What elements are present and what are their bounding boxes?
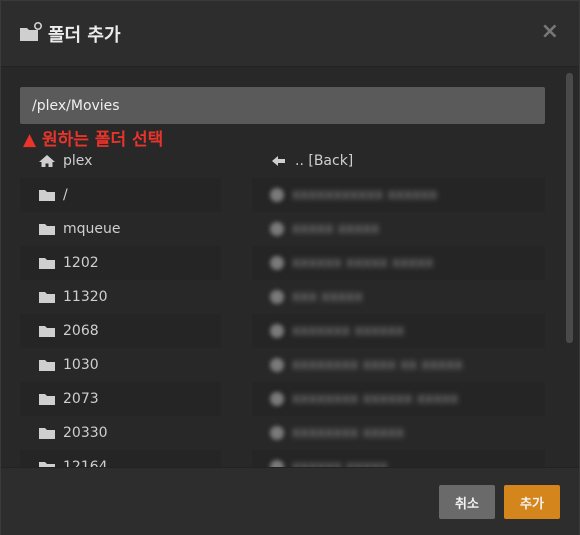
blurred-icon [270,222,284,236]
back-label: .. [Back] [295,153,354,169]
folder-list-item[interactable]: plex [20,144,221,178]
folder-label: / [63,187,68,203]
folder-label: plex [63,153,93,169]
file-list-item[interactable]: xxxxxxxx xxxx xx xxxxx [252,348,545,382]
file-list-item[interactable]: xxxxxxx xxxxxx [252,314,545,348]
folder-list-item[interactable]: 20330 [20,416,221,450]
add-folder-dialog: 폴더 추가 × ▲ 원하는 폴더 선택 plex/mqueue120211320… [0,0,580,535]
dialog-body: ▲ 원하는 폴더 선택 plex/mqueue12021132020681030… [1,67,579,467]
folder-list-item[interactable]: 1202 [20,246,221,280]
folder-label: 20330 [63,425,108,441]
blurred-icon [270,460,284,467]
folder-label: mqueue [63,221,121,237]
file-list-item[interactable]: xxxxx xxxxx [252,212,545,246]
file-list-item[interactable]: xxxxxxxxxxx xxxxxx [252,178,545,212]
folder-icon [38,256,56,270]
home-icon [38,154,56,168]
folder-icon [38,460,56,467]
back-item[interactable]: .. [Back] [252,144,545,178]
blurred-icon [270,392,284,406]
cancel-button[interactable]: 취소 [439,485,495,519]
add-button[interactable]: 추가 [504,485,560,519]
folder-label: 2073 [63,391,99,407]
folder-label: 11320 [63,289,108,305]
blurred-icon [270,426,284,440]
folder-icon [38,358,56,372]
close-icon[interactable]: × [541,19,559,44]
blurred-label: xxxxx xxxxx [292,221,380,237]
file-list-item[interactable]: xxxxxx xxxxx xxxxx [252,246,545,280]
file-list-item[interactable]: xxxxxx xxxxx [252,450,545,467]
folder-list-item[interactable]: 1030 [20,348,221,382]
file-list-item[interactable]: xxxxxxxx xxxxxx xxxxx [252,382,545,416]
dialog-title: 폴더 추가 [48,25,121,46]
file-list-item[interactable]: xxxxxxxx xxxxx [252,416,545,450]
folder-add-icon [20,22,42,41]
back-arrow-icon [270,154,288,168]
folder-contents-column: .. [Back] xxxxxxxxxxx xxxxxx xxxxx xxxxx xx… [252,144,545,467]
path-input[interactable] [20,87,545,124]
folder-list-item[interactable]: 2073 [20,382,221,416]
blurred-label: xxxxxxxx xxxxx [292,425,405,441]
blurred-label: xxxxxx xxxxx [292,459,388,467]
blurred-label: xxxxxxxxxxx xxxxxx [292,187,438,203]
blurred-icon [270,256,284,270]
folder-icon [38,324,56,338]
folder-icon [38,392,56,406]
blurred-label: xxx xxxxx [292,289,363,305]
dialog-footer: 취소 추가 [1,467,579,535]
folder-tree-column: plex / mqueue 1202 11320 2068 1030 2073 20330 121… [20,144,221,467]
folder-label: 2068 [63,323,99,339]
folder-label: 1030 [63,357,99,373]
folder-list-item[interactable]: mqueue [20,212,221,246]
blurred-icon [270,290,284,304]
blurred-label: xxxxxxxx xxxxxx xxxxx [292,391,459,407]
folder-label: 12164 [63,459,108,467]
blurred-label: xxxxxx xxxxx xxxxx [292,255,434,271]
folder-icon [38,188,56,202]
blurred-icon [270,324,284,338]
folder-icon [38,426,56,440]
folder-icon [38,290,56,304]
blurred-icon [270,358,284,372]
folder-list-item[interactable]: / [20,178,221,212]
folder-list-item[interactable]: 12164 [20,450,221,467]
scrollbar[interactable] [566,73,573,343]
blurred-label: xxxxxxx xxxxxx [292,323,405,339]
file-list-item[interactable]: xxx xxxxx [252,280,545,314]
folder-list-item[interactable]: 11320 [20,280,221,314]
folder-icon [38,222,56,236]
blurred-label: xxxxxxxx xxxx xx xxxxx [292,357,463,373]
folder-list-item[interactable]: 2068 [20,314,221,348]
folder-label: 1202 [63,255,99,271]
dialog-header: 폴더 추가 × [1,1,579,67]
blurred-icon [270,188,284,202]
